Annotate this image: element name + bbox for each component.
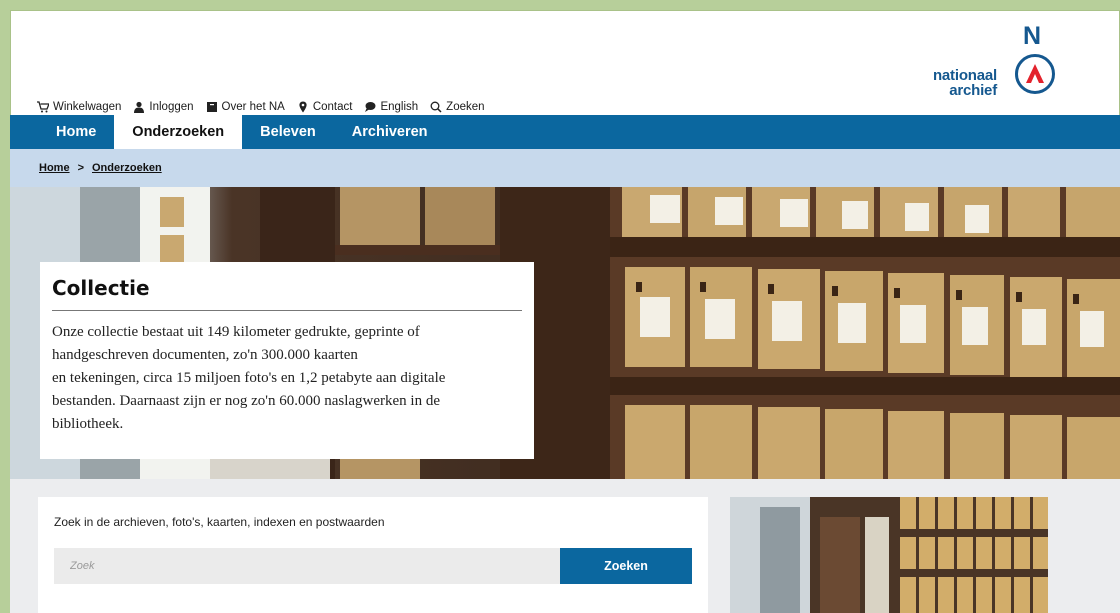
- hero-banner: Collectie Onze collectie bestaat uit 149…: [10, 187, 1120, 479]
- hero-line: en tekeningen, circa 15 miljoen foto's e…: [52, 370, 446, 386]
- content-area: Zoek in de archieven, foto's, kaarten, i…: [10, 479, 1120, 613]
- nav-onderzoeken[interactable]: Onderzoeken: [114, 115, 243, 149]
- nav-beleven[interactable]: Beleven: [242, 115, 334, 149]
- utility-nav: Winkelwagen Inloggen Over het NA Contact…: [37, 99, 485, 115]
- util-label: Contact: [312, 101, 353, 113]
- util-label: Winkelwagen: [53, 101, 122, 113]
- archive-thumbnail-image[interactable]: [730, 497, 1048, 613]
- util-english[interactable]: English: [364, 101, 418, 113]
- breadcrumb: Home > Onderzoeken: [10, 149, 1120, 187]
- util-label: Over het NA: [221, 101, 285, 113]
- collectie-card: Collectie Onze collectie bestaat uit 149…: [40, 262, 534, 459]
- speech-bubble-icon: [365, 102, 376, 112]
- browser-viewport: Winkelwagen Inloggen Over het NA Contact…: [10, 10, 1120, 613]
- logo-line-1: nationaal: [932, 67, 997, 84]
- breadcrumb-home[interactable]: Home: [39, 162, 70, 174]
- util-label: Inloggen: [149, 101, 194, 113]
- main-nav: Home Onderzoeken Beleven Archiveren: [10, 115, 1120, 149]
- util-winkelwagen[interactable]: Winkelwagen: [37, 101, 121, 113]
- nav-archiveren[interactable]: Archiveren: [334, 115, 446, 149]
- breadcrumb-current[interactable]: Onderzoeken: [92, 162, 162, 174]
- user-icon: [134, 101, 145, 113]
- search-icon: [430, 101, 442, 113]
- util-contact[interactable]: Contact: [297, 101, 353, 113]
- book-icon: [206, 102, 217, 112]
- hero-description: Onze collectie bestaat uit 149 kilometer…: [52, 321, 522, 436]
- util-label: English: [380, 101, 419, 113]
- util-inloggen[interactable]: Inloggen: [133, 101, 194, 113]
- search-input[interactable]: [54, 548, 560, 584]
- util-label: Zoeken: [446, 101, 485, 113]
- hero-line: Onze collectie bestaat uit 149 kilometer…: [52, 324, 420, 340]
- map-pin-icon: [299, 101, 307, 113]
- logo-line-2: archief: [949, 82, 997, 99]
- search-card: Zoek in de archieven, foto's, kaarten, i…: [38, 497, 708, 613]
- hero-line: handgeschreven documenten, zo'n 300.000 …: [52, 347, 358, 363]
- logo-wordmark: nationaal archief: [933, 68, 997, 98]
- hero-line: bibliotheek.: [52, 416, 124, 432]
- search-button[interactable]: Zoeken: [560, 548, 692, 584]
- archive-thumbnail-graphic: [730, 497, 1048, 613]
- nav-home[interactable]: Home: [38, 115, 114, 149]
- hero-title: Collectie: [52, 276, 522, 311]
- breadcrumb-separator: >: [77, 162, 84, 174]
- hero-line: bestanden. Daarnaast zijn er nog zo'n 60…: [52, 393, 440, 409]
- util-zoeken[interactable]: Zoeken: [430, 101, 485, 113]
- search-label: Zoek in de archieven, foto's, kaarten, i…: [54, 515, 385, 529]
- cart-icon: [37, 101, 49, 113]
- logo-compass-icon: [1015, 54, 1055, 94]
- nationaal-archief-logo[interactable]: N nationaal archief: [905, 24, 1055, 104]
- util-over-het-na[interactable]: Over het NA: [206, 101, 285, 113]
- logo-letter-n: N: [1022, 22, 1041, 50]
